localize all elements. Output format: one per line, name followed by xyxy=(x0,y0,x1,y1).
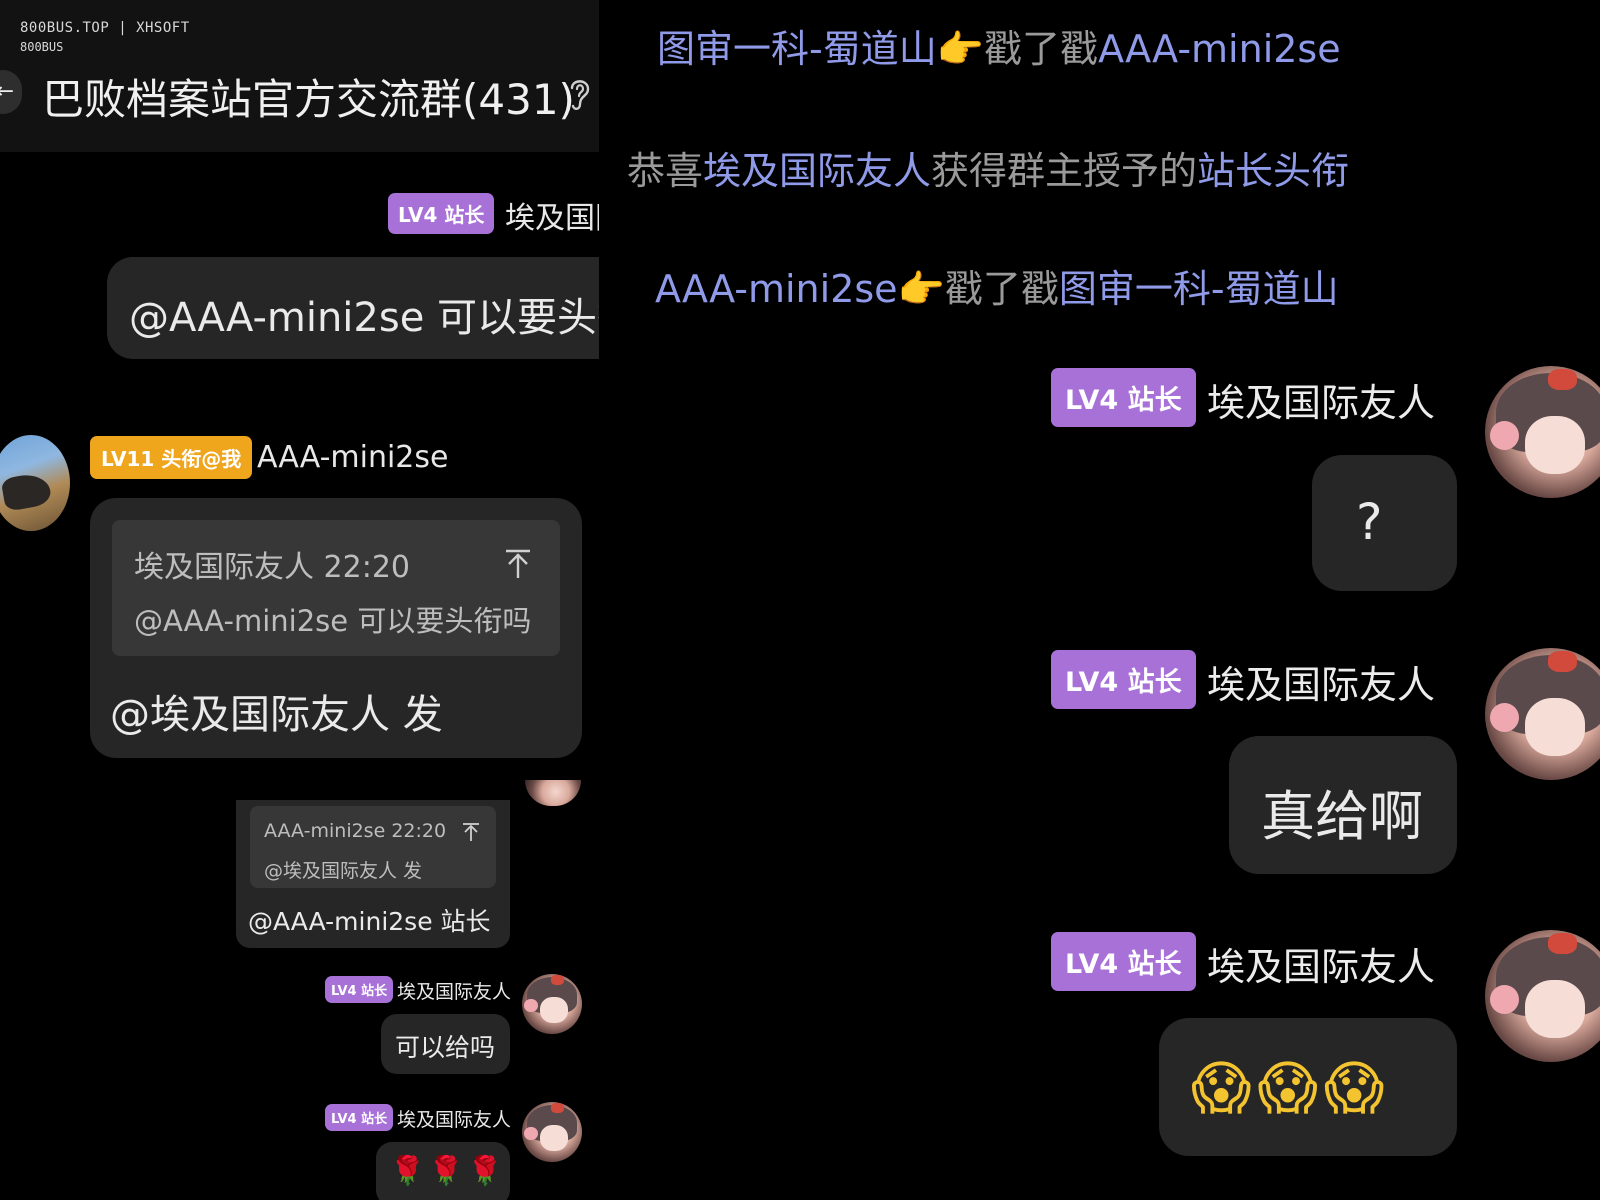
system-notice-title-granted: 恭喜埃及国际友人获得群主授予的站长头衔 xyxy=(627,140,1349,195)
message-text: 可以给吗 xyxy=(395,1033,496,1062)
avatar[interactable] xyxy=(525,780,581,806)
left-chat-screenshot: ← 巴败档案站官方交流群(431) 800BUS.TOP | XHSOFT 80… xyxy=(0,0,599,1200)
sender-name[interactable]: 埃及国际友人 xyxy=(397,1105,511,1132)
notice-text: 戳了戳 xyxy=(984,27,1099,71)
quote-text: @AAA-mini2se 可以要头衔吗 xyxy=(134,604,532,638)
notice-user-link[interactable]: 图审一科-蜀道山 xyxy=(657,27,937,71)
notice-text: 恭喜 xyxy=(627,149,704,193)
message-bubble[interactable]: 😱😱😱 xyxy=(1159,1018,1457,1156)
notice-user-link[interactable]: AAA-mini2se xyxy=(655,267,898,311)
message-text: @AAA-mini2se 站长 xyxy=(248,907,491,936)
group-title: 巴败档案站官方交流群(431) xyxy=(42,75,575,124)
level-badge: LV4 站长 xyxy=(1051,650,1196,709)
level-badge: LV4 站长 xyxy=(1051,932,1196,991)
quote-text: @埃及国际友人 发 xyxy=(264,860,423,882)
back-arrow-icon: ← xyxy=(0,79,14,104)
avatar[interactable] xyxy=(1485,366,1600,498)
notice-title-link[interactable]: 站长头衔 xyxy=(1197,149,1349,193)
system-notice-poke: AAA-mini2se👉戳了戳图审一科-蜀道山 xyxy=(655,258,1339,313)
level-badge: LV4 站长 xyxy=(325,1104,394,1131)
avatar-image xyxy=(0,471,53,512)
notice-text: 获得群主授予的 xyxy=(931,149,1198,193)
system-notice-poke: 图审一科-蜀道山👉戳了戳AAA-mini2se xyxy=(657,18,1341,73)
sender-row: LV4 站长 xyxy=(1051,368,1196,427)
message-bubble[interactable]: 可以给吗 xyxy=(381,1014,510,1074)
message-text: 真给啊 xyxy=(1261,785,1423,848)
message-bubble[interactable]: 真给啊 xyxy=(1229,736,1457,874)
level-badge: LV4 站长 xyxy=(388,193,495,234)
right-chat-screenshot: 图审一科-蜀道山👉戳了戳AAA-mini2se 恭喜埃及国际友人获得群主授予的站… xyxy=(599,0,1600,1200)
quoted-message[interactable]: 埃及国际友人 22:20 @AAA-mini2se 可以要头衔吗 xyxy=(112,520,560,656)
watermark-line-1: 800BUS.TOP | XHSOFT xyxy=(20,20,190,36)
pointing-hand-icon: 👉 xyxy=(897,267,945,311)
avatar[interactable] xyxy=(522,1102,582,1162)
quote-header: 埃及国际友人 22:20 xyxy=(134,550,410,585)
sender-name[interactable]: 埃及国际友人 xyxy=(397,977,511,1004)
message-bubble[interactable]: ? xyxy=(1312,455,1457,591)
sender-row: LV4 站长 xyxy=(388,193,495,234)
avatar[interactable] xyxy=(1485,930,1600,1062)
message-text: 🌹🌹🌹 xyxy=(390,1154,507,1187)
quote-header: AAA-mini2se 22:20 xyxy=(264,820,447,842)
avatar[interactable] xyxy=(1485,648,1600,780)
sender-name[interactable]: 埃及国际友人 xyxy=(1207,936,1435,991)
sender-row: LV4 站长 xyxy=(325,1104,394,1131)
message-text: @AAA-mini2se 可以要头衔 xyxy=(129,295,599,341)
message-bubble[interactable]: @AAA-mini2se 可以要头衔 xyxy=(107,257,599,359)
notice-user-link[interactable]: 图审一科-蜀道山 xyxy=(1059,267,1339,311)
level-badge: LV4 站长 xyxy=(325,976,394,1003)
sender-row: LV4 站长 xyxy=(1051,932,1196,991)
sender-name[interactable]: 埃及国际 xyxy=(505,193,599,237)
pointing-hand-icon: 👉 xyxy=(936,27,985,71)
message-bubble[interactable]: 埃及国际友人 22:20 @AAA-mini2se 可以要头衔吗 @埃及国际友人… xyxy=(90,498,582,758)
jump-to-quote-icon[interactable] xyxy=(504,548,532,580)
sender-name[interactable]: 埃及国际友人 xyxy=(1207,372,1435,427)
notice-user-link[interactable]: 埃及国际友人 xyxy=(703,149,931,193)
message-text: @埃及国际友人 发 xyxy=(110,692,443,738)
avatar[interactable] xyxy=(522,974,582,1034)
notice-text: 戳了戳 xyxy=(944,267,1059,311)
sender-row: LV4 站长 xyxy=(1051,650,1196,709)
sender-name[interactable]: 埃及国际友人 xyxy=(1207,654,1435,709)
sender-row: LV11 头衔@我 xyxy=(90,436,253,479)
level-badge: LV4 站长 xyxy=(1051,368,1196,427)
message-bubble[interactable]: AAA-mini2se 22:20 @埃及国际友人 发 @AAA-mini2se… xyxy=(236,800,510,948)
message-bubble[interactable]: 🌹🌹🌹 xyxy=(376,1142,510,1200)
level-badge: LV11 头衔@我 xyxy=(90,436,253,479)
notice-user-link[interactable]: AAA-mini2se xyxy=(1098,27,1341,71)
jump-to-quote-icon[interactable] xyxy=(462,822,480,842)
watermark-line-2: 800BUS xyxy=(20,40,64,54)
back-button[interactable]: ← xyxy=(0,70,22,114)
message-text: 😱😱😱 xyxy=(1191,1054,1391,1122)
sender-name[interactable]: AAA-mini2se xyxy=(257,440,448,475)
message-text: ? xyxy=(1356,493,1383,551)
quoted-message[interactable]: AAA-mini2se 22:20 @埃及国际友人 发 xyxy=(250,806,496,888)
avatar[interactable] xyxy=(0,435,70,531)
sender-row: LV4 站长 xyxy=(325,976,394,1003)
ear-icon[interactable] xyxy=(566,74,594,114)
